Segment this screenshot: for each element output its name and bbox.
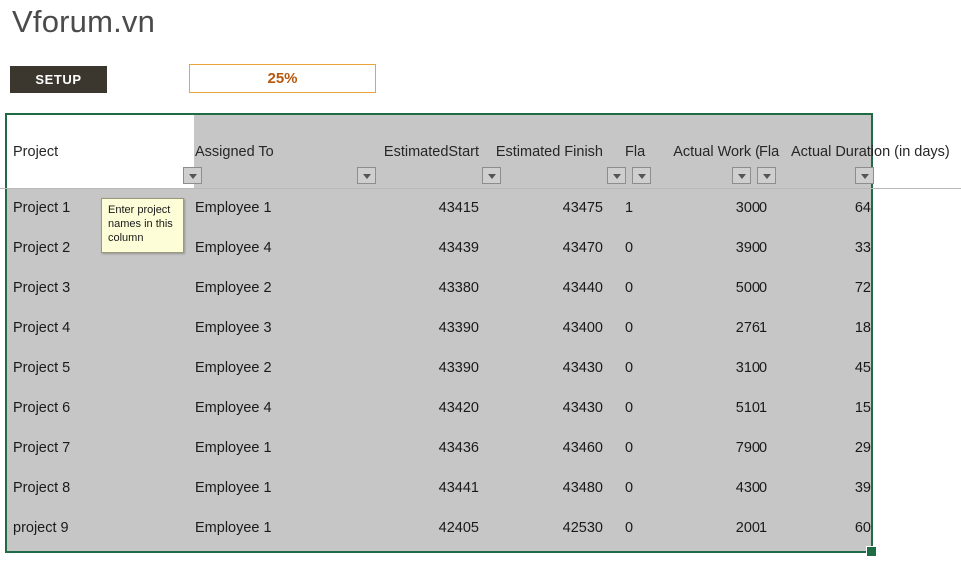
column-header-actual_duration: Actual Duration (in days) [791, 144, 950, 160]
cell-actual_duration[interactable]: 45 [791, 360, 871, 376]
filter-dropdown-icon-assigned[interactable] [357, 167, 376, 184]
cell-est_finish[interactable]: 43470 [437, 240, 603, 256]
cell-flag2[interactable]: 0 [759, 440, 789, 456]
cell-actual_duration[interactable]: 72 [791, 280, 871, 296]
filter-dropdown-icon-flag2[interactable] [757, 167, 776, 184]
cell-flag1[interactable]: 0 [625, 280, 655, 296]
table-row[interactable]: Project 7 Employee 1 43436 43460 0 790 0 29 [7, 428, 871, 468]
cell-actual_work[interactable]: 300 [657, 200, 760, 216]
cell-flag2[interactable]: 1 [759, 520, 789, 536]
cell-actual_work[interactable]: 310 [657, 360, 760, 376]
cell-flag2[interactable]: 0 [759, 360, 789, 376]
cell-flag2[interactable]: 1 [759, 400, 789, 416]
table-row[interactable]: Project 4 Employee 3 43390 43400 0 276 1 18 [7, 308, 871, 348]
cell-project[interactable]: Project 8 [13, 480, 183, 496]
cell-actual_work[interactable]: 510 [657, 400, 760, 416]
cell-flag2[interactable]: 0 [759, 480, 789, 496]
cell-flag1[interactable]: 0 [625, 240, 655, 256]
cell-est_finish[interactable]: 43440 [437, 280, 603, 296]
cell-comment-tooltip: Enter project names in this column [101, 198, 184, 253]
cell-actual_duration[interactable]: 64 [791, 200, 871, 216]
progress-indicator: 25% [189, 64, 376, 93]
cell-actual_duration[interactable]: 33 [791, 240, 871, 256]
cell-flag2[interactable]: 0 [759, 240, 789, 256]
filter-dropdown-icon-est_finish[interactable] [607, 167, 626, 184]
cell-flag2[interactable]: 0 [759, 200, 789, 216]
cell-flag1[interactable]: 0 [625, 400, 655, 416]
table-row[interactable]: Project 6 Employee 4 43420 43430 0 510 1 15 [7, 388, 871, 428]
spreadsheet-page: Vforum.vn SETUP 25% Project Assigned To Es… [0, 0, 961, 577]
column-header-est_finish: Estimated Finish [495, 144, 603, 160]
table-row[interactable]: project 9 Employee 1 42405 42530 0 200 1 60 [7, 508, 871, 548]
column-header-flag2: Fla [759, 144, 780, 160]
cell-flag2[interactable]: 0 [759, 280, 789, 296]
column-header-project: Project [13, 144, 59, 160]
cell-est_finish[interactable]: 43430 [437, 400, 603, 416]
cell-flag2[interactable]: 1 [759, 320, 789, 336]
cell-flag1[interactable]: 0 [625, 360, 655, 376]
cell-project[interactable]: project 9 [13, 520, 183, 536]
cell-actual_work[interactable]: 200 [657, 520, 760, 536]
cell-actual_duration[interactable]: 60 [791, 520, 871, 536]
data-table[interactable]: Project Assigned To EstimatedStart Estimate… [5, 113, 950, 553]
cell-est_finish[interactable]: 43430 [437, 360, 603, 376]
cell-est_finish[interactable]: 43480 [437, 480, 603, 496]
cell-actual_work[interactable]: 276 [657, 320, 760, 336]
filter-dropdown-icon-est_start[interactable] [482, 167, 501, 184]
cell-flag1[interactable]: 0 [625, 520, 655, 536]
cell-actual_duration[interactable]: 39 [791, 480, 871, 496]
cell-actual_work[interactable]: 790 [657, 440, 760, 456]
cell-project[interactable]: Project 6 [13, 400, 183, 416]
header-divider-rule [0, 188, 961, 189]
column-header-actual_work: Actual Work ( [673, 144, 760, 160]
cell-flag1[interactable]: 0 [625, 320, 655, 336]
column-header-flag1: Fla [625, 144, 646, 160]
table-row[interactable]: Project 3 Employee 2 43380 43440 0 500 0 72 [7, 268, 871, 308]
table-header-row: Project Assigned To EstimatedStart Estimate… [7, 115, 950, 188]
cell-project[interactable]: Project 3 [13, 280, 183, 296]
cell-actual_duration[interactable]: 15 [791, 400, 871, 416]
cell-actual_work[interactable]: 500 [657, 280, 760, 296]
table-row[interactable]: Project 8 Employee 1 43441 43480 0 430 0 39 [7, 468, 871, 508]
cell-project[interactable]: Project 4 [13, 320, 183, 336]
filter-dropdown-icon-actual_duration[interactable] [855, 167, 874, 184]
cell-actual_duration[interactable]: 18 [791, 320, 871, 336]
page-title: Vforum.vn [12, 4, 156, 39]
filter-dropdown-icon-actual_work[interactable] [732, 167, 751, 184]
cell-project[interactable]: Project 7 [13, 440, 183, 456]
cell-actual_duration[interactable]: 29 [791, 440, 871, 456]
filter-dropdown-icon-project[interactable] [183, 167, 202, 184]
setup-button[interactable]: SETUP [10, 66, 107, 93]
cell-actual_work[interactable]: 390 [657, 240, 760, 256]
filter-dropdown-icon-flag1[interactable] [632, 167, 651, 184]
cell-project[interactable]: Project 5 [13, 360, 183, 376]
cell-flag1[interactable]: 0 [625, 480, 655, 496]
cell-est_finish[interactable]: 43475 [437, 200, 603, 216]
cell-flag1[interactable]: 1 [625, 200, 655, 216]
cell-est_finish[interactable]: 43400 [437, 320, 603, 336]
cell-flag1[interactable]: 0 [625, 440, 655, 456]
cell-actual_work[interactable]: 430 [657, 480, 760, 496]
cell-est_finish[interactable]: 42530 [437, 520, 603, 536]
selection-fill-handle[interactable] [866, 546, 877, 557]
table-row[interactable]: Project 5 Employee 2 43390 43430 0 310 0 45 [7, 348, 871, 388]
cell-est_finish[interactable]: 43460 [437, 440, 603, 456]
progress-value: 25% [267, 70, 298, 87]
